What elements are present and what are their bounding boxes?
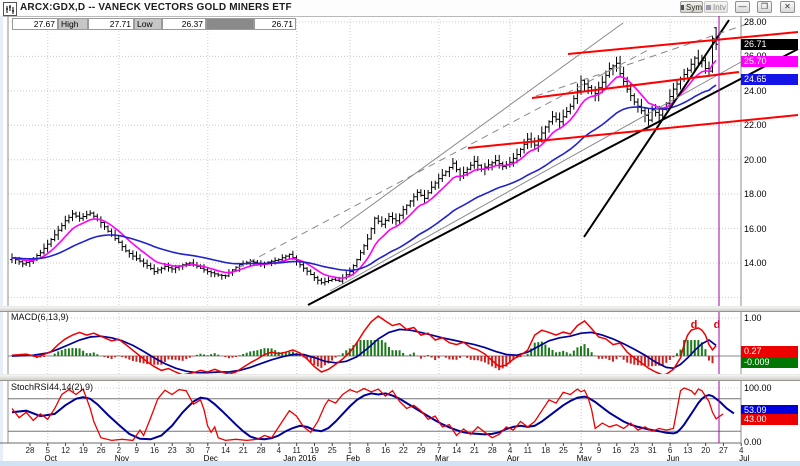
quote-info-bar: 27.67 High 27.71 Low 26.37 26.71	[12, 18, 296, 30]
divergence-mark: d	[691, 319, 698, 331]
red-channel-top	[568, 32, 798, 54]
price-bars	[10, 27, 718, 286]
macd-histogram	[12, 340, 716, 370]
chart-canvas[interactable]: dd	[0, 0, 800, 466]
stochrsi-slow-line	[12, 393, 734, 439]
high-label-box: High	[58, 18, 88, 30]
stoch-panel-label: StochRSI44,14(2),9)	[11, 382, 93, 392]
slow-moving-average	[12, 85, 716, 270]
net-change-box	[206, 18, 254, 30]
panel-separator-macd[interactable]	[0, 306, 800, 312]
last-value-box: 26.71	[254, 18, 296, 30]
primary-uptrend-line	[308, 49, 798, 305]
macd-panel-label: MACD(6,13,9)	[11, 312, 69, 322]
low-value-box: 26.37	[162, 18, 206, 30]
bottom-margin-strip	[0, 461, 800, 466]
chart-window: { "window": { "title": "ARCX:GDX,D -- VA…	[0, 0, 800, 466]
gray-channel-bottom	[330, 62, 741, 291]
red-channel-mid	[532, 72, 739, 98]
panel-separator-stoch[interactable]	[0, 374, 800, 381]
macd-signal-line	[12, 329, 716, 372]
open-value-box: 27.67	[12, 18, 58, 30]
stochrsi-fast-line	[12, 388, 723, 440]
low-label-box: Low	[134, 18, 162, 30]
high-value-box: 27.71	[88, 18, 134, 30]
